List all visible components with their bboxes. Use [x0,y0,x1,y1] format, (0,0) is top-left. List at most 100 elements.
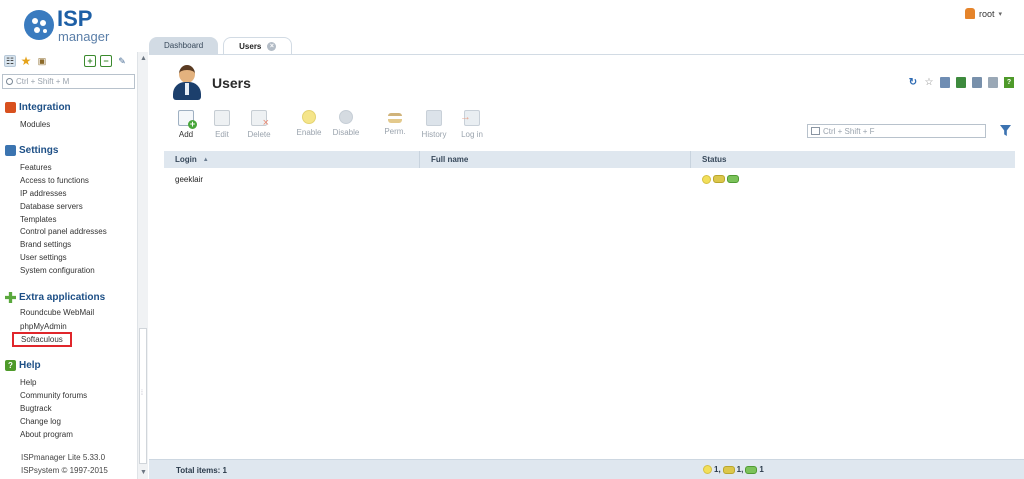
tree-view-icon[interactable]: ☷ [4,55,16,67]
history-icon [426,110,442,126]
version-text: ISPmanager Lite 5.33.0 [21,453,106,462]
sidebar-item-community-forums[interactable]: Community forums [20,391,87,400]
plus-icon [5,292,16,303]
scroll-up-icon[interactable]: ▲ [140,55,147,62]
sidebar: ☷ ★ ▣ + − ✎ Ctrl + Shift + M Integration… [0,52,148,479]
section-title: Extra applications [19,292,106,303]
sidebar-item-help[interactable]: Help [20,378,36,387]
sidebar-item-templates[interactable]: Templates [20,215,56,224]
tab-label: Dashboard [164,41,204,50]
search-icon [6,78,13,85]
scroll-down-icon[interactable]: ▼ [140,469,147,476]
chevron-down-icon: ▾ [998,10,1002,18]
cell-login: geeklair [175,174,204,184]
table-row[interactable]: geeklair [164,171,1015,187]
sidebar-item-modules[interactable]: Modules [20,120,50,129]
button-label: Delete [247,130,271,139]
count-ftp: 1, [736,465,744,474]
ftp-status-icon [713,175,725,183]
tab-dashboard[interactable]: Dashboard [149,37,219,54]
user-icon [964,8,975,19]
delete-button[interactable]: Delete [244,110,274,139]
tab-label: Users [239,41,262,51]
refresh-icon[interactable]: ↻ [908,77,918,88]
column-header-full-name[interactable]: Full name [420,151,691,168]
enabled-bulb-icon [703,465,712,474]
sidebar-item-about-program[interactable]: About program [20,430,73,439]
pin-icon[interactable]: ✎ [116,55,128,67]
sidebar-item-features[interactable]: Features [20,163,52,172]
sidebar-item-system-configuration[interactable]: System configuration [20,266,95,275]
permissions-button[interactable]: Perm. [380,110,410,136]
favorites-icon[interactable]: ★ [20,55,32,67]
logo-subtext: manager [58,29,110,44]
sidebar-section-help[interactable]: ? Help [5,360,41,371]
section-title: Help [19,360,41,371]
app-logo[interactable]: ISP manager [24,4,144,44]
disable-button[interactable]: Disable [331,110,361,137]
sidebar-section-extra-applications[interactable]: Extra applications [5,292,105,303]
sidebar-item-access-to-functions[interactable]: Access to functions [20,176,89,185]
copy-icon[interactable] [940,77,950,88]
sidebar-section-integration[interactable]: Integration [5,102,71,113]
filter-funnel-icon[interactable] [1000,125,1011,136]
sidebar-item-ip-addresses[interactable]: IP addresses [20,189,67,198]
collapse-all-icon[interactable]: − [100,55,112,67]
sidebar-item-control-panel-addresses[interactable]: Control panel addresses [20,227,107,236]
calculator-icon[interactable] [988,77,998,88]
user-menu[interactable]: root ▾ [964,8,1002,19]
cell-full-name [420,171,691,187]
help-icon: ? [5,360,16,371]
login-button[interactable]: Log in [457,110,487,139]
excel-export-icon[interactable] [956,77,966,88]
menu-search-input[interactable]: Ctrl + Shift + M [2,74,135,89]
bulb-off-icon [339,110,353,124]
help-icon[interactable]: ? [1004,77,1014,88]
add-user-icon [178,110,197,129]
briefcase-icon[interactable]: ▣ [36,55,48,67]
sidebar-scrollbar[interactable]: ▲ ⁞ ▼ [137,52,148,479]
sidebar-toolbar: ☷ ★ ▣ + − ✎ [0,52,136,70]
column-header-login[interactable]: Login ▲ [164,151,420,168]
sidebar-item-roundcube-webmail[interactable]: Roundcube WebMail [20,308,94,317]
print-icon[interactable] [972,77,982,88]
count-enabled: 1, [714,465,721,474]
add-button[interactable]: Add [171,110,201,139]
section-title: Integration [19,102,71,113]
sidebar-item-brand-settings[interactable]: Brand settings [20,240,71,249]
filter-input[interactable]: Ctrl + Shift + F [807,124,986,138]
user-name: root [978,8,995,19]
status-totals: 1, 1, 1 [703,465,764,474]
page-actions: ↻ ☆ ? [908,77,1014,88]
close-icon[interactable]: × [267,41,277,51]
enabled-bulb-icon [702,174,711,184]
sidebar-item-softaculous[interactable]: Softaculous [12,332,72,347]
edit-icon [214,110,230,126]
button-label: Perm. [384,127,406,136]
count-mail: 1 [759,465,764,474]
expand-all-icon[interactable]: + [84,55,96,67]
integration-icon [5,102,16,113]
settings-icon [5,145,16,156]
key-icon [388,113,402,123]
sidebar-item-change-log[interactable]: Change log [20,417,61,426]
enable-button[interactable]: Enable [294,110,324,137]
column-header-status[interactable]: Status [691,151,1015,168]
menu-search-placeholder: Ctrl + Shift + M [16,77,70,86]
history-button[interactable]: History [419,110,449,139]
sidebar-item-bugtrack[interactable]: Bugtrack [20,404,52,413]
mail-status-icon [727,175,739,183]
sidebar-item-phpmyadmin[interactable]: phpMyAdmin [20,322,67,331]
button-label: Edit [215,130,229,139]
edit-button[interactable]: Edit [207,110,237,139]
login-icon [460,110,480,126]
sidebar-item-database-servers[interactable]: Database servers [20,202,83,211]
tab-users[interactable]: Users × [223,37,293,54]
sidebar-item-user-settings[interactable]: User settings [20,253,67,262]
sidebar-section-settings[interactable]: Settings [5,145,58,156]
table-header: Login ▲ Full name Status [164,151,1015,168]
star-icon[interactable]: ☆ [924,77,934,88]
users-icon [171,65,205,101]
main-content: Users ↻ ☆ ? Add Edit Delete Enable Disab… [149,54,1024,479]
copyright-text: ISPsystem © 1997-2015 [21,466,108,475]
